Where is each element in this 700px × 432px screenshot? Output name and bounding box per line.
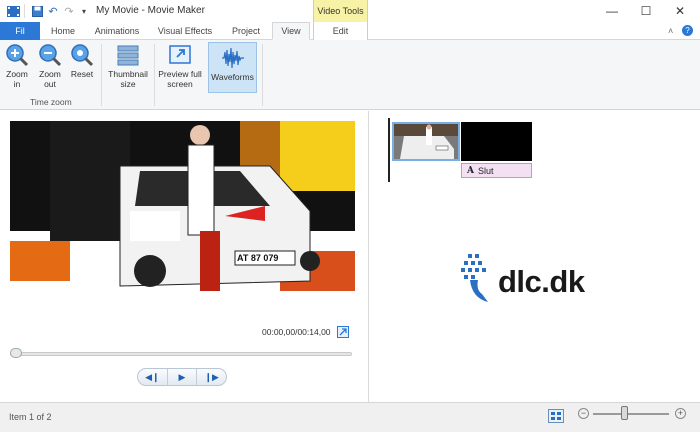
status-bar: Item 1 of 2 xyxy=(0,402,700,432)
waveforms-button[interactable]: Waveforms xyxy=(208,42,257,93)
previous-frame-button[interactable]: ◀❙ xyxy=(138,369,167,385)
reset-zoom-button[interactable]: Reset xyxy=(68,43,96,79)
timecode: 00:00,00/00:14,00 xyxy=(262,327,331,337)
seek-handle[interactable] xyxy=(10,348,22,358)
zoom-slider-track[interactable] xyxy=(593,413,669,415)
tab-visual-effects[interactable]: Visual Effects xyxy=(150,22,220,40)
ribbon-collapse-icon[interactable]: ˄ xyxy=(668,26,673,36)
clip-black[interactable] xyxy=(461,122,532,161)
video-frame-image xyxy=(10,121,355,315)
window-title: My Movie - Movie Maker xyxy=(96,5,205,16)
thumbnail-size-icon xyxy=(117,45,139,66)
full-screen-icon xyxy=(169,45,191,64)
zoom-out-button[interactable]: Zoom out xyxy=(36,43,64,89)
close-button[interactable]: ✕ xyxy=(660,0,700,22)
license-plate: AT 87 079 xyxy=(237,253,279,263)
zoom-in-icon xyxy=(6,44,29,67)
full-screen-icon[interactable] xyxy=(337,326,349,338)
text-icon: A xyxy=(467,165,474,176)
tab-edit[interactable]: Edit xyxy=(313,22,368,40)
undo-icon[interactable]: ↶ xyxy=(46,4,60,18)
clip-thumbnail[interactable] xyxy=(392,122,460,161)
zoom-slider-handle[interactable] xyxy=(621,406,628,420)
group-label-time-zoom: Time zoom xyxy=(30,97,72,107)
zoom-in-button[interactable]: Zoom in xyxy=(4,43,30,89)
preview-pane: AT 87 079 00:00,00/00:14,00 ◀❙ ▶ ❙▶ xyxy=(0,111,370,402)
tab-home[interactable]: Home xyxy=(42,22,84,40)
customize-toolbar-icon[interactable]: ▾ xyxy=(77,4,91,18)
zoom-in-small-button[interactable]: + xyxy=(675,408,686,419)
save-icon[interactable] xyxy=(30,4,44,18)
help-icon[interactable]: ? xyxy=(682,25,693,36)
caption-clip[interactable]: A Slut xyxy=(461,163,532,178)
thumbnail-size-button[interactable]: Thumbnail size xyxy=(106,43,150,89)
seek-bar[interactable] xyxy=(10,352,352,356)
play-button[interactable]: ▶ xyxy=(166,369,198,385)
storyboard-view-icon[interactable] xyxy=(548,409,564,423)
next-frame-button[interactable]: ❙▶ xyxy=(197,369,226,385)
tab-animations[interactable]: Animations xyxy=(88,22,146,40)
ribbon: Zoom in Zoom out Reset Time zoom Thumbna… xyxy=(0,40,700,110)
zoom-out-icon xyxy=(39,44,62,67)
item-count: Item 1 of 2 xyxy=(9,412,52,422)
zoom-out-small-button[interactable]: − xyxy=(578,408,589,419)
ribbon-tabs: Fil Home Animations Visual Effects Proje… xyxy=(0,22,700,40)
preview-full-screen-button[interactable]: Preview full screen xyxy=(158,43,202,89)
tab-file[interactable]: Fil xyxy=(0,22,40,40)
dlc-logo: dlc.dk xyxy=(458,250,608,310)
app-icon[interactable] xyxy=(6,4,20,18)
video-preview[interactable]: AT 87 079 xyxy=(10,121,355,315)
playback-controls: ◀❙ ▶ ❙▶ xyxy=(137,368,227,386)
tab-project[interactable]: Project xyxy=(224,22,268,40)
caption-text: Slut xyxy=(477,165,494,176)
video-tools-context-label: Video Tools xyxy=(313,0,368,22)
tab-view[interactable]: View xyxy=(272,22,310,40)
logo-text: dlc.dk xyxy=(498,264,585,299)
reset-zoom-icon xyxy=(71,44,94,67)
waveform-icon xyxy=(221,47,244,69)
redo-icon[interactable]: ↷ xyxy=(62,4,76,18)
playhead-cursor[interactable] xyxy=(388,118,390,182)
